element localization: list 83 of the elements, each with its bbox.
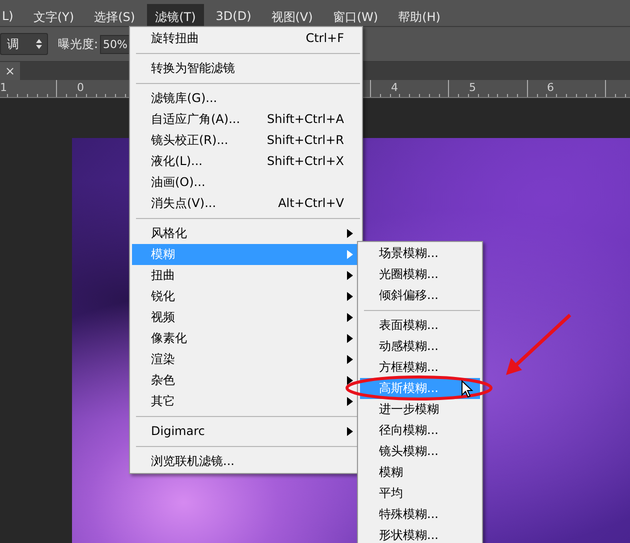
menu-item[interactable]: 旋转扭曲 Ctrl+F	[132, 28, 360, 49]
ruler-label: 6	[546, 81, 554, 94]
ruler-label: 1	[0, 81, 7, 94]
menu-item-label: 锐化	[151, 288, 176, 305]
menu-bar-item[interactable]: 文字(Y)	[25, 4, 82, 26]
submenu-arrow-icon	[347, 355, 353, 364]
menu-item-label: 镜头校正(R)...	[151, 132, 230, 149]
submenu-arrow-icon	[347, 427, 353, 436]
menu-item-label: 模糊	[151, 246, 176, 263]
menu-item[interactable]: 镜头校正(R)... Shift+Ctrl+R	[132, 130, 360, 151]
menu-item-label: 转换为智能滤镜	[151, 60, 236, 77]
menu-item[interactable]: 锐化	[132, 286, 360, 307]
submenu-arrow-icon	[347, 292, 353, 301]
menu-item[interactable]: 表面模糊...	[360, 315, 480, 336]
submenu-arrow-icon	[347, 397, 353, 406]
menu-item[interactable]: 油画(O)...	[132, 172, 360, 193]
ruler-label: 5	[468, 81, 476, 94]
menu-bar-item[interactable]: 滤镜(T)	[147, 4, 204, 26]
menu-item-label: 液化(L)...	[151, 153, 204, 170]
mouse-cursor-icon	[461, 380, 473, 398]
submenu-arrow-icon	[347, 334, 353, 343]
menu-item[interactable]: 杂色	[132, 370, 360, 391]
menu-item[interactable]: 扭曲	[132, 265, 360, 286]
menu-item[interactable]: Digimarc	[132, 421, 360, 442]
shortcut-label: Shift+Ctrl+A	[267, 111, 344, 128]
submenu-arrow-icon	[347, 229, 353, 238]
menu-bar-item[interactable]: 帮助(H)	[390, 4, 448, 26]
menu-item-label: 自适应广角(A)...	[151, 111, 242, 128]
menu-item-label: 渲染	[151, 351, 176, 368]
menu-item[interactable]: 形状模糊...	[360, 525, 480, 543]
mode-dropdown[interactable]: 调	[0, 33, 48, 55]
menu-bar-item[interactable]: 选择(S)	[86, 4, 144, 26]
menu-item[interactable]: 径向模糊...	[360, 420, 480, 441]
shortcut-label: Shift+Ctrl+R	[266, 132, 344, 149]
spinner-arrows-icon	[35, 38, 43, 50]
shortcut-label: Ctrl+F	[306, 30, 344, 47]
menu-item-label: 杂色	[151, 372, 176, 389]
menu-item-label: Digimarc	[151, 423, 206, 440]
menu-item[interactable]: 视频	[132, 307, 360, 328]
menu-item-label: 扭曲	[151, 267, 176, 284]
ruler-label: 4	[390, 81, 398, 94]
menu-item[interactable]: 倾斜偏移...	[360, 285, 480, 306]
shortcut-label: Shift+Ctrl+X	[267, 153, 344, 170]
menu-item-label: 浏览联机滤镜...	[151, 453, 236, 470]
menu-bar-item[interactable]: 窗口(W)	[324, 4, 386, 26]
menu-item[interactable]: 光圈模糊...	[360, 264, 480, 285]
menu-item[interactable]: 转换为智能滤镜	[132, 58, 360, 79]
menu-item[interactable]: 其它	[132, 391, 360, 412]
menu-item[interactable]: 动感模糊...	[360, 336, 480, 357]
menu-item[interactable]: 风格化	[132, 223, 360, 244]
shortcut-label: Alt+Ctrl+V	[278, 195, 344, 212]
menu-item[interactable]: 平均	[360, 483, 480, 504]
submenu-arrow-icon	[347, 250, 353, 259]
menu-bar-item[interactable]: L)	[0, 4, 22, 26]
menu-bar-item[interactable]: 3D(D)	[208, 4, 260, 26]
menu-item[interactable]: 自适应广角(A)... Shift+Ctrl+A	[132, 109, 360, 130]
menu-item-label: 视频	[151, 309, 176, 326]
menu-item-label: 风格化	[151, 225, 188, 242]
close-tab-button[interactable]: ×	[0, 62, 20, 80]
submenu-arrow-icon	[347, 271, 353, 280]
menu-item-label: 滤镜库(G)...	[151, 90, 218, 107]
menu-item[interactable]: 方框模糊...	[360, 357, 480, 378]
menu-item[interactable]: 模糊	[360, 462, 480, 483]
menu-item-label: 其它	[151, 393, 176, 410]
menu-item-label: 消失点(V)...	[151, 195, 218, 212]
menu-item[interactable]: 液化(L)... Shift+Ctrl+X	[132, 151, 360, 172]
menu-item[interactable]: 进一步模糊	[360, 399, 480, 420]
submenu-arrow-icon	[347, 376, 353, 385]
menu-item[interactable]: 场景模糊...	[360, 243, 480, 264]
menu-item-label: 油画(O)...	[151, 174, 206, 191]
exposure-label: 曝光度:	[58, 36, 98, 52]
menu-item-label: 像素化	[151, 330, 188, 347]
menu-bar-item[interactable]: 视图(V)	[263, 4, 321, 26]
menu-item[interactable]: 像素化	[132, 328, 360, 349]
submenu-arrow-icon	[347, 313, 353, 322]
menu-item[interactable]: 镜头模糊...	[360, 441, 480, 462]
menu-item[interactable]: 消失点(V)... Alt+Ctrl+V	[132, 193, 360, 214]
menu-item[interactable]: 特殊模糊...	[360, 504, 480, 525]
menu-item[interactable]: 渲染	[132, 349, 360, 370]
menu-item[interactable]: 浏览联机滤镜...	[132, 451, 360, 472]
menu-item[interactable]: 滤镜库(G)...	[132, 88, 360, 109]
ruler-label: 0	[76, 81, 84, 94]
menu-item-label: 旋转扭曲	[151, 30, 200, 47]
